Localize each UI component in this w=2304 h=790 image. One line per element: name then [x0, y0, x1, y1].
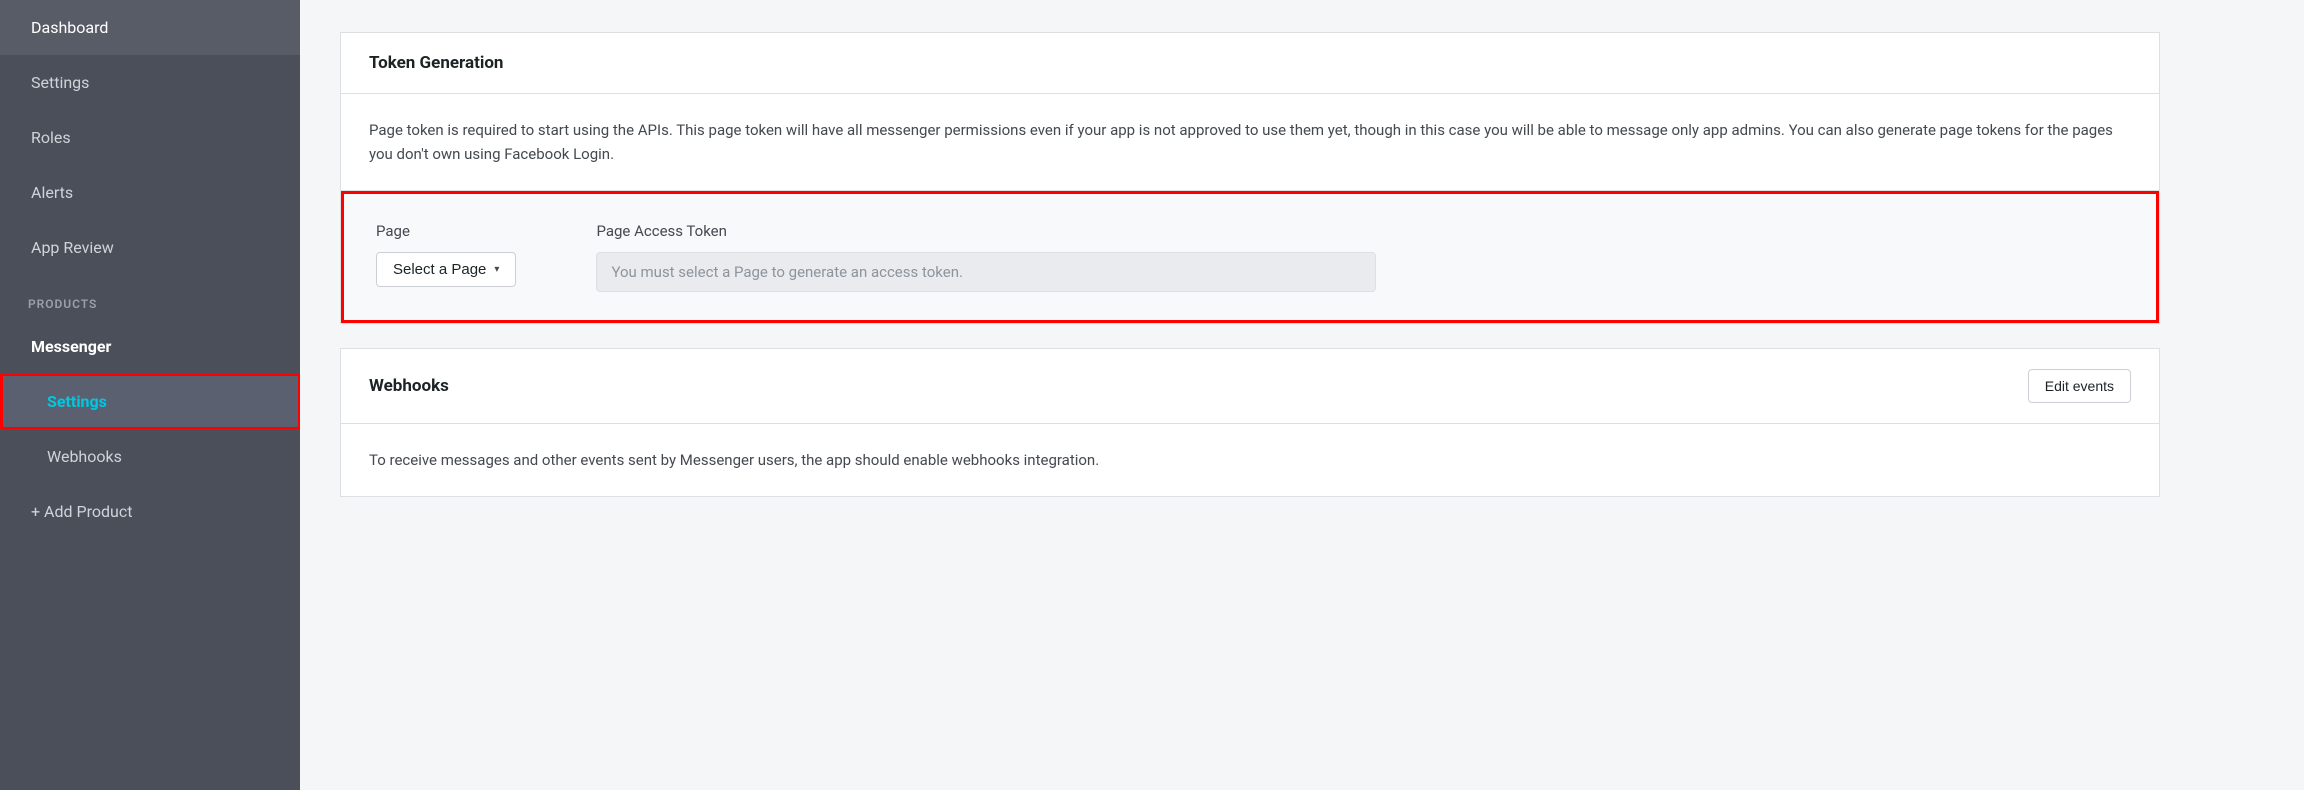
sidebar-item-dashboard[interactable]: Dashboard — [0, 0, 300, 55]
page-label: Page — [376, 222, 516, 240]
sidebar-products-label: PRODUCTS — [0, 275, 300, 319]
page-access-token-label: Page Access Token — [596, 222, 2124, 240]
page-column: Page Select a Page ▾ — [376, 222, 516, 287]
sidebar-item-label: App Review — [31, 238, 114, 257]
webhooks-body: To receive messages and other events sen… — [341, 424, 2159, 496]
main-content: Token Generation Page token is required … — [300, 0, 2304, 790]
token-generation-title: Token Generation — [369, 53, 503, 73]
webhooks-title: Webhooks — [369, 376, 449, 396]
webhooks-section: Webhooks Edit events To receive messages… — [340, 348, 2160, 497]
token-access-token-field: You must select a Page to generate an ac… — [596, 252, 1376, 292]
token-generation-section: Token Generation Page token is required … — [340, 32, 2160, 324]
token-generation-header: Token Generation — [341, 33, 2159, 94]
sidebar-item-label: Messenger — [31, 337, 111, 356]
chevron-down-icon: ▾ — [494, 264, 499, 275]
sidebar-item-settings[interactable]: Settings — [0, 55, 300, 110]
sidebar-item-alerts[interactable]: Alerts — [0, 165, 300, 220]
sidebar-item-label: Settings — [31, 73, 89, 92]
webhooks-header: Webhooks Edit events — [341, 349, 2159, 424]
sidebar-item-app-review[interactable]: App Review — [0, 220, 300, 275]
sidebar-item-label: Webhooks — [47, 447, 122, 466]
token-generation-description: Page token is required to start using th… — [341, 94, 2159, 191]
sidebar-item-label: + Add Product — [31, 502, 132, 521]
sidebar-item-label: Alerts — [31, 183, 73, 202]
sidebar-item-label: Roles — [31, 128, 71, 147]
page-access-token-column: Page Access Token You must select a Page… — [596, 222, 2124, 292]
sidebar-item-label: Dashboard — [31, 18, 108, 37]
select-page-button-label: Select a Page — [393, 261, 486, 278]
sidebar-item-roles[interactable]: Roles — [0, 110, 300, 165]
sidebar-item-webhooks[interactable]: Webhooks — [0, 429, 300, 484]
sidebar-item-settings-sub[interactable]: Settings — [0, 374, 300, 429]
sidebar-item-add-product[interactable]: + Add Product — [0, 484, 300, 539]
sidebar: Dashboard Settings Roles Alerts App Revi… — [0, 0, 300, 790]
edit-events-button[interactable]: Edit events — [2028, 369, 2131, 403]
token-generation-box: Page Select a Page ▾ Page Access Token Y… — [341, 191, 2159, 323]
sidebar-item-messenger[interactable]: Messenger — [0, 319, 300, 374]
sidebar-item-label: Settings — [47, 392, 107, 411]
select-page-button[interactable]: Select a Page ▾ — [376, 252, 516, 287]
